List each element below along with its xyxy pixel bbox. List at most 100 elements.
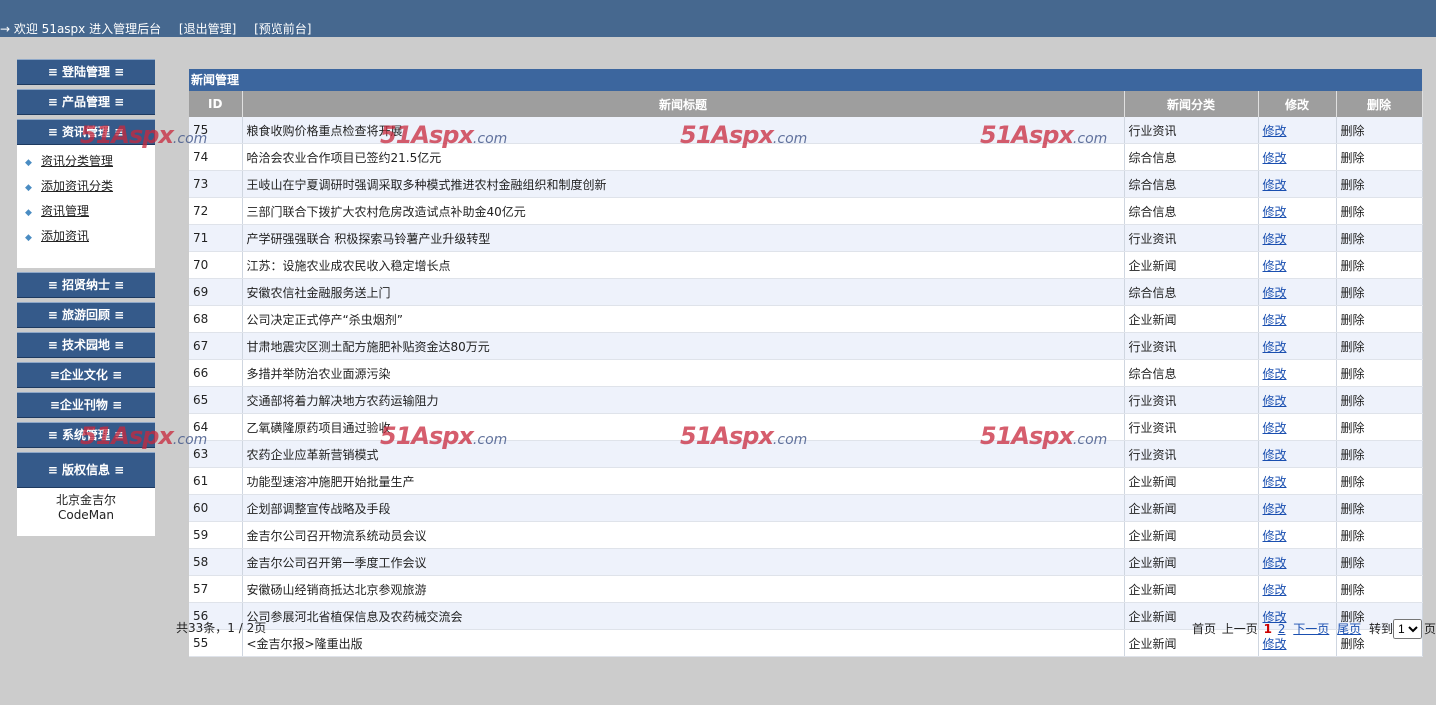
edit-link[interactable]: 修改 bbox=[1263, 367, 1287, 381]
menu-publication[interactable]: ≡企业刊物 ≡ bbox=[17, 392, 155, 418]
delete-action-cell: 删除 bbox=[1336, 332, 1423, 360]
table-row: 75 粮食收购价格重点检查将开展 行业资讯 修改 删除 bbox=[189, 117, 1423, 144]
panel-title: 新闻管理 bbox=[189, 69, 1422, 91]
edit-link[interactable]: 修改 bbox=[1263, 448, 1287, 462]
cell-category-cell: 综合信息 bbox=[1124, 197, 1259, 225]
edit-link[interactable]: 修改 bbox=[1263, 421, 1287, 435]
pager-suffix: 页 bbox=[1423, 621, 1436, 636]
edit-link-cell: 修改 bbox=[1258, 575, 1337, 603]
news-table: ID 新闻标题 新闻分类 修改 删除 75 粮食收购价格重点检查将开展 行业资讯 修改… bbox=[189, 91, 1423, 657]
col-delete: 删除 bbox=[1336, 91, 1423, 117]
cell-id: 68 bbox=[193, 312, 209, 326]
cell-id: 66 bbox=[193, 366, 209, 380]
edit-link[interactable]: 修改 bbox=[1263, 529, 1287, 543]
menu-culture[interactable]: ≡企业文化 ≡ bbox=[17, 362, 155, 388]
delete-action[interactable]: 删除 bbox=[1341, 259, 1365, 273]
delete-action[interactable]: 删除 bbox=[1341, 475, 1365, 489]
edit-link-cell: 修改 bbox=[1258, 467, 1337, 495]
menu-system[interactable]: ≡ 系统管理 ≡ bbox=[17, 422, 155, 448]
pager-page-2[interactable]: 2 bbox=[1278, 622, 1286, 636]
delete-action[interactable]: 删除 bbox=[1341, 448, 1365, 462]
delete-action[interactable]: 删除 bbox=[1341, 178, 1365, 192]
edit-link[interactable]: 修改 bbox=[1263, 502, 1287, 516]
cell-category-cell: 企业新闻 bbox=[1124, 467, 1259, 495]
submenu-category-manage[interactable]: 资讯分类管理 bbox=[41, 154, 113, 168]
copyright-author: CodeMan bbox=[57, 508, 115, 522]
cell-category: 综合信息 bbox=[1128, 366, 1177, 381]
cell-title-cell: 江苏：设施农业成农民收入稳定增长点 bbox=[242, 251, 1125, 279]
cell-title-cell: 安徽农信社金融服务送上门 bbox=[242, 278, 1125, 306]
delete-action[interactable]: 删除 bbox=[1341, 286, 1365, 300]
cell-category-cell: 行业资讯 bbox=[1124, 386, 1259, 414]
delete-action[interactable]: 删除 bbox=[1341, 340, 1365, 354]
edit-link[interactable]: 修改 bbox=[1263, 178, 1287, 192]
cell-id: 67 bbox=[193, 339, 209, 353]
submenu-news-manage[interactable]: 资讯管理 bbox=[41, 204, 89, 218]
delete-action[interactable]: 删除 bbox=[1341, 205, 1365, 219]
cell-category: 综合信息 bbox=[1128, 177, 1177, 192]
edit-link[interactable]: 修改 bbox=[1263, 286, 1287, 300]
edit-link[interactable]: 修改 bbox=[1263, 124, 1287, 138]
edit-link-cell: 修改 bbox=[1258, 305, 1337, 333]
edit-link[interactable]: 修改 bbox=[1263, 259, 1287, 273]
cell-title: <金吉尔报>隆重出版 bbox=[246, 636, 363, 651]
cell-id-cell: 64 bbox=[189, 413, 243, 441]
edit-link[interactable]: 修改 bbox=[1263, 340, 1287, 354]
menu-login[interactable]: ≡ 登陆管理 ≡ bbox=[17, 59, 155, 85]
edit-link[interactable]: 修改 bbox=[1263, 394, 1287, 408]
delete-action[interactable]: 删除 bbox=[1341, 529, 1365, 543]
pager-last[interactable]: 尾页 bbox=[1337, 622, 1361, 636]
submenu-add-news[interactable]: 添加资讯 bbox=[41, 229, 89, 243]
cell-id: 71 bbox=[193, 231, 209, 245]
table-row: 73 王岐山在宁夏调研时强调采取多种模式推进农村金融组织和制度创新 综合信息 修改 删除 bbox=[189, 170, 1423, 198]
delete-action[interactable]: 删除 bbox=[1341, 556, 1365, 570]
menu-travel[interactable]: ≡ 旅游回顾 ≡ bbox=[17, 302, 155, 328]
cell-title: 哈洽会农业合作项目已签约21.5亿元 bbox=[246, 150, 442, 165]
table-row: 71 产学研强强联合 积极探索马铃薯产业升级转型 行业资讯 修改 删除 bbox=[189, 224, 1423, 252]
edit-link[interactable]: 修改 bbox=[1263, 583, 1287, 597]
cell-id: 59 bbox=[193, 528, 209, 542]
edit-link-cell: 修改 bbox=[1258, 143, 1337, 171]
edit-link[interactable]: 修改 bbox=[1263, 232, 1287, 246]
delete-action[interactable]: 删除 bbox=[1341, 421, 1365, 435]
cell-id: 75 bbox=[193, 123, 209, 137]
submenu-add-category[interactable]: 添加资讯分类 bbox=[41, 179, 113, 193]
delete-action[interactable]: 删除 bbox=[1341, 313, 1365, 327]
logout-link[interactable]: [退出管理] bbox=[179, 22, 236, 36]
cell-title-cell: 多措并举防治农业面源污染 bbox=[242, 359, 1125, 387]
delete-action[interactable]: 删除 bbox=[1341, 583, 1365, 597]
cell-id-cell: 59 bbox=[189, 521, 243, 549]
page-select[interactable]: 1 bbox=[1392, 619, 1422, 639]
menu-tech[interactable]: ≡ 技术园地 ≡ bbox=[17, 332, 155, 358]
edit-link-cell: 修改 bbox=[1258, 197, 1337, 225]
cell-title: 王岐山在宁夏调研时强调采取多种模式推进农村金融组织和制度创新 bbox=[246, 177, 607, 192]
edit-link[interactable]: 修改 bbox=[1263, 205, 1287, 219]
edit-link[interactable]: 修改 bbox=[1263, 475, 1287, 489]
delete-action[interactable]: 删除 bbox=[1341, 124, 1365, 138]
delete-action[interactable]: 删除 bbox=[1341, 502, 1365, 516]
edit-link[interactable]: 修改 bbox=[1263, 556, 1287, 570]
delete-action-cell: 删除 bbox=[1336, 197, 1423, 225]
edit-link[interactable]: 修改 bbox=[1263, 313, 1287, 327]
delete-action[interactable]: 删除 bbox=[1341, 367, 1365, 381]
edit-link[interactable]: 修改 bbox=[1263, 151, 1287, 165]
delete-action-cell: 删除 bbox=[1336, 440, 1423, 468]
pager-next[interactable]: 下一页 bbox=[1293, 622, 1329, 636]
cell-title: 交通部将着力解决地方农药运输阻力 bbox=[246, 393, 439, 408]
menu-copyright[interactable]: ≡ 版权信息 ≡ bbox=[17, 452, 155, 488]
welcome-bar: → 欢迎 51aspx 进入管理后台 [退出管理] [预览前台] bbox=[0, 20, 326, 37]
bullet-icon: ◆ bbox=[25, 183, 32, 193]
menu-products[interactable]: ≡ 产品管理 ≡ bbox=[17, 89, 155, 115]
col-title: 新闻标题 bbox=[242, 91, 1125, 117]
cell-id: 58 bbox=[193, 555, 209, 569]
cell-title-cell: 安徽砀山经销商抵达北京参观旅游 bbox=[242, 575, 1125, 603]
delete-action[interactable]: 删除 bbox=[1341, 151, 1365, 165]
cell-id-cell: 66 bbox=[189, 359, 243, 387]
delete-action[interactable]: 删除 bbox=[1341, 232, 1365, 246]
preview-link[interactable]: [预览前台] bbox=[254, 22, 311, 36]
delete-action[interactable]: 删除 bbox=[1341, 394, 1365, 408]
cell-title-cell: 哈洽会农业合作项目已签约21.5亿元 bbox=[242, 143, 1125, 171]
cell-category: 企业新闻 bbox=[1128, 555, 1177, 570]
menu-recruit[interactable]: ≡ 招贤纳士 ≡ bbox=[17, 272, 155, 298]
menu-news[interactable]: ≡ 资讯管理 ≡ bbox=[17, 119, 155, 145]
